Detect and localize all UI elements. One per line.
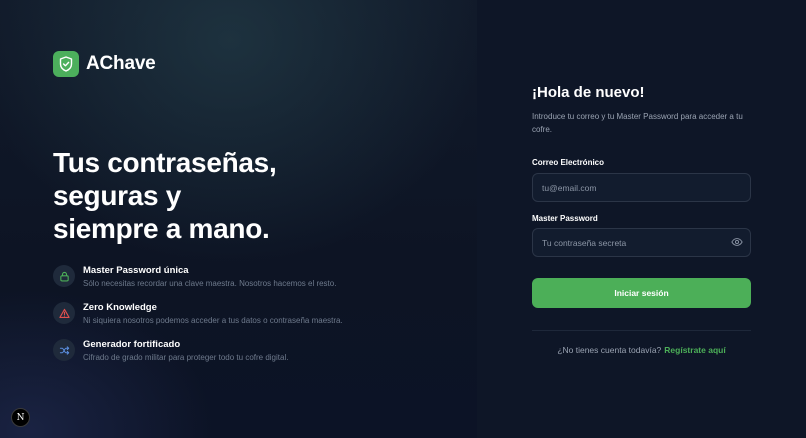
feature-desc: Ni siquiera nosotros podemos acceder a t… xyxy=(83,316,343,325)
feature-title: Generador fortificado xyxy=(83,339,181,350)
brand-name: AChave xyxy=(86,53,156,74)
login-panel xyxy=(477,0,806,438)
shield-check-icon xyxy=(53,51,79,77)
password-label: Master Password xyxy=(532,214,598,223)
hero-panel: AChave Tus contraseñas, seguras y siempr… xyxy=(0,0,477,438)
email-field[interactable] xyxy=(532,173,751,202)
warning-triangle-icon xyxy=(53,302,75,324)
feature-desc: Sólo necesitas recordar una clave maestr… xyxy=(83,279,337,288)
feature-title: Master Password única xyxy=(83,265,189,276)
feature-item: Zero Knowledge Ni siquiera nosotros pode… xyxy=(53,301,343,338)
brand: AChave xyxy=(53,51,156,77)
form-title: ¡Hola de nuevo! xyxy=(532,84,645,101)
hero-headline: Tus contraseñas, seguras y siempre a man… xyxy=(53,146,453,245)
next-dev-badge[interactable]: N xyxy=(11,408,30,427)
feature-desc: Cifrado de grado militar para proteger t… xyxy=(83,353,289,362)
feature-item: Generador fortificado Cifrado de grado m… xyxy=(53,338,343,375)
password-field[interactable] xyxy=(532,228,751,257)
eye-icon[interactable] xyxy=(731,237,743,247)
shuffle-icon xyxy=(53,339,75,361)
signup-prompt-text: ¿No tienes cuenta todavía? xyxy=(557,345,662,355)
hero-line: seguras y xyxy=(53,180,182,211)
email-label: Correo Electrónico xyxy=(532,158,605,167)
login-button[interactable]: Iniciar sesión xyxy=(532,278,751,308)
feature-list: Master Password única Sólo necesitas rec… xyxy=(53,264,343,375)
signup-prompt: ¿No tienes cuenta todavía? Regístrate aqu… xyxy=(532,345,751,355)
login-form-header: ¡Hola de nuevo! Introduce tu correo y tu… xyxy=(532,84,752,136)
signup-link[interactable]: Regístrate aquí xyxy=(664,345,725,355)
hero-line: Tus contraseñas, xyxy=(53,147,277,178)
feature-item: Master Password única Sólo necesitas rec… xyxy=(53,264,343,301)
feature-title: Zero Knowledge xyxy=(83,302,157,313)
hero-line: siempre a mano. xyxy=(53,213,270,244)
form-subtitle: Introduce tu correo y tu Master Password… xyxy=(532,112,743,134)
divider xyxy=(532,330,751,331)
lock-icon xyxy=(53,265,75,287)
